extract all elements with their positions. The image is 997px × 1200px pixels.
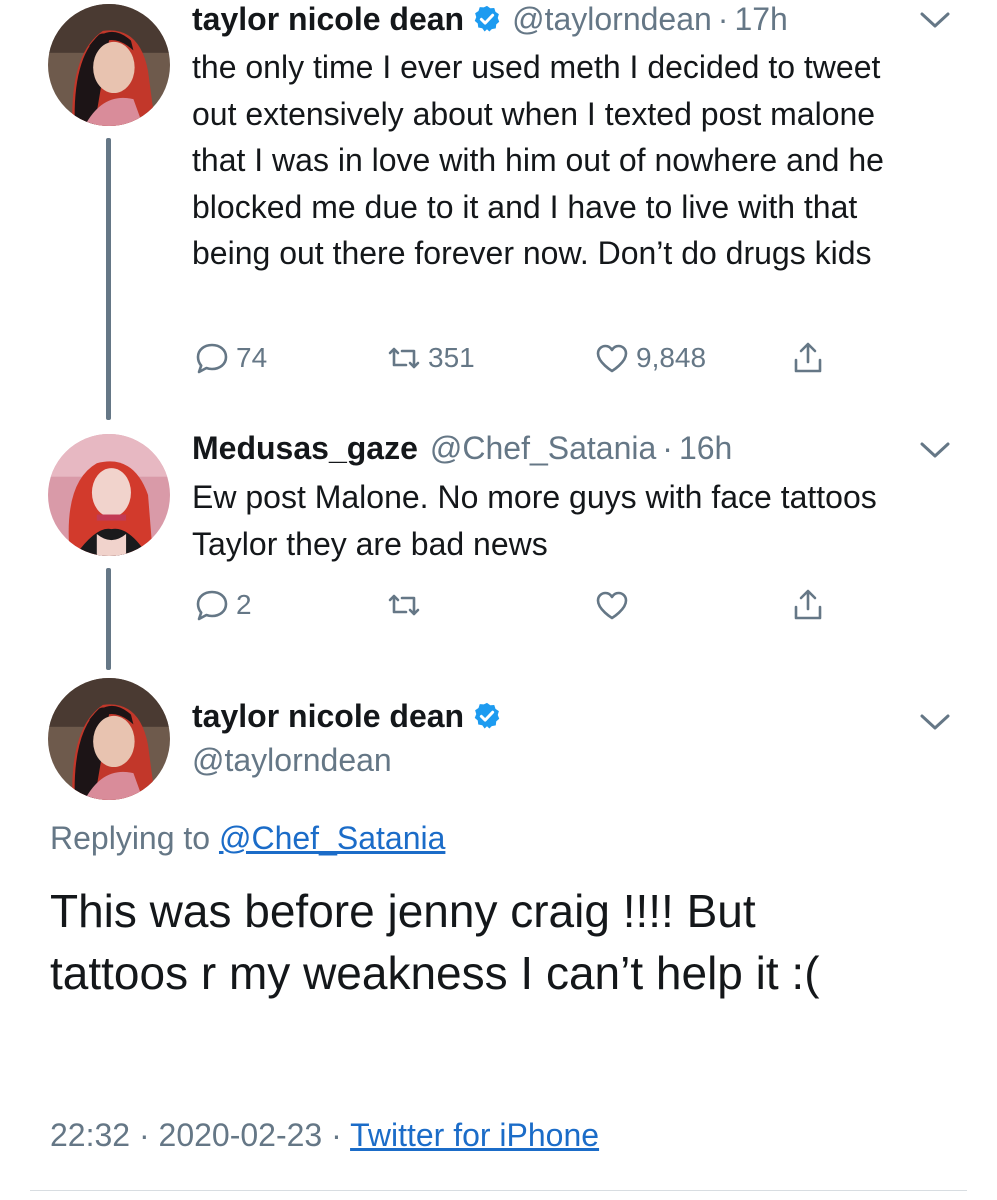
- user-handle[interactable]: @Chef_Satania: [430, 429, 656, 467]
- user-handle[interactable]: @taylorndean: [512, 0, 712, 38]
- like-count: 9,848: [636, 342, 707, 373]
- like-button[interactable]: [592, 585, 632, 625]
- main-tweet-handle-row: @taylorndean: [192, 741, 392, 779]
- tweet-actions: 2: [192, 585, 842, 629]
- timestamp[interactable]: 17h: [734, 0, 787, 38]
- reply-button[interactable]: 74: [192, 338, 267, 378]
- separator-dot: ·: [717, 1, 729, 37]
- reply-count: 2: [236, 589, 252, 620]
- divider: [30, 1190, 967, 1191]
- tweet-header: Medusas_gaze @Chef_Satania · 16h: [192, 429, 732, 467]
- avatar-taylor-2[interactable]: [48, 678, 170, 800]
- avatar-medusas-gaze[interactable]: [48, 434, 170, 556]
- main-tweet-text: This was before jenny craig !!!! But tat…: [50, 885, 820, 999]
- tweet-meta: 22:32 · 2020-02-23 · Twitter for iPhone: [50, 1117, 599, 1154]
- share-icon: [788, 338, 828, 378]
- chevron-down-icon[interactable]: [918, 438, 952, 462]
- like-button[interactable]: 9,848: [592, 338, 706, 378]
- share-button[interactable]: [788, 338, 828, 378]
- retweet-icon: [384, 585, 424, 625]
- replying-to: Replying to @Chef_Satania: [50, 820, 445, 857]
- thread-line-2: [106, 568, 111, 670]
- tweet-time: 22:32: [50, 1117, 131, 1153]
- tweet-date: 2020-02-23: [158, 1117, 323, 1153]
- reply-icon: [192, 338, 232, 378]
- retweet-button[interactable]: [384, 585, 424, 625]
- like-icon: [592, 338, 632, 378]
- timestamp[interactable]: 16h: [679, 429, 732, 467]
- verified-badge-icon: [472, 701, 502, 731]
- meta-separator: ·: [322, 1117, 351, 1153]
- replying-to-label: Replying to: [50, 820, 219, 856]
- retweet-count: 351: [428, 342, 475, 373]
- tweet-actions: 74 351 9,848: [192, 338, 842, 382]
- chevron-down-icon[interactable]: [918, 710, 952, 734]
- like-icon: [592, 585, 632, 625]
- reply-icon: [192, 585, 232, 625]
- retweet-button[interactable]: 351: [384, 338, 475, 378]
- main-tweet-header: taylor nicole dean: [192, 697, 512, 735]
- reply-count: 74: [236, 342, 268, 373]
- display-name[interactable]: Medusas_gaze: [192, 429, 418, 467]
- replying-to-handle-link[interactable]: @Chef_Satania: [219, 820, 445, 856]
- share-button[interactable]: [788, 585, 828, 625]
- tweet-source-link[interactable]: Twitter for iPhone: [350, 1117, 599, 1153]
- verified-badge-icon: [472, 4, 502, 34]
- display-name[interactable]: taylor nicole dean: [192, 697, 464, 735]
- thread-line-1: [106, 138, 111, 420]
- retweet-icon: [384, 338, 424, 378]
- reply-button[interactable]: 2: [192, 585, 252, 625]
- chevron-down-icon[interactable]: [918, 8, 952, 32]
- tweet-header: taylor nicole dean @taylorndean · 17h: [192, 0, 788, 38]
- avatar-taylor-1[interactable]: [48, 4, 170, 126]
- display-name[interactable]: taylor nicole dean: [192, 0, 464, 38]
- user-handle[interactable]: @taylorndean: [192, 741, 392, 779]
- separator-dot: ·: [662, 430, 673, 466]
- meta-separator: ·: [130, 1117, 159, 1153]
- share-icon: [788, 585, 828, 625]
- tweet-text: Ew post Malone. No more guys with face t…: [192, 479, 877, 562]
- tweet-text: the only time I ever used meth I decided…: [192, 49, 884, 271]
